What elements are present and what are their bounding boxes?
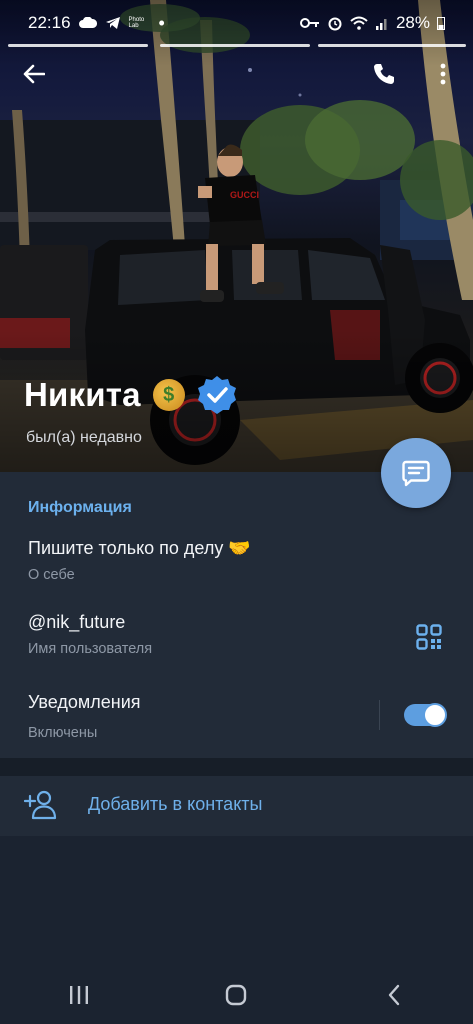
signal-icon (375, 19, 387, 30)
status-bar: 22:16 Photo Lab • 28% (0, 0, 473, 46)
notifications-title[interactable]: Уведомления (28, 692, 141, 713)
top-indicator-left (8, 44, 148, 47)
bio-label: О себе (28, 567, 75, 583)
info-section-title: Информация (28, 499, 132, 516)
call-button[interactable] (368, 58, 400, 90)
section-gap (0, 758, 473, 776)
status-time: 22:16 (28, 13, 71, 32)
notifications-toggle[interactable] (404, 703, 447, 727)
home-button[interactable] (216, 975, 256, 1015)
more-menu-button[interactable] (427, 58, 459, 90)
bio-text[interactable]: Пишите только по делу 🤝 (28, 538, 251, 559)
top-indicator-right (318, 44, 466, 47)
last-seen-status: был(а) недавно (26, 429, 142, 446)
add-to-contacts-label: Добавить в контакты (88, 794, 263, 814)
recent-apps-icon (69, 986, 88, 1004)
wifi-icon (350, 16, 368, 30)
cloud-icon (78, 17, 97, 28)
back-button[interactable] (18, 58, 50, 90)
top-indicator-center (160, 44, 310, 47)
alarm-icon (328, 17, 342, 31)
info-section: Информация Пишите только по делу 🤝 О себ… (0, 472, 473, 758)
battery-icon (437, 17, 445, 30)
notifications-divider (379, 700, 380, 730)
back-nav-button[interactable] (374, 975, 414, 1015)
profile-name: Никита (24, 376, 141, 413)
verified-icon[interactable] (197, 375, 237, 415)
money-bag-icon[interactable]: $ (152, 379, 185, 411)
chevron-left-icon (388, 984, 400, 1006)
notifications-state: Включены (28, 725, 98, 741)
more-vertical-icon (440, 63, 446, 85)
qr-code-icon (416, 624, 442, 650)
battery-percent: 28% (395, 13, 430, 32)
username-label: Имя пользователя (28, 641, 153, 657)
back-arrow-icon (23, 64, 45, 84)
home-icon (226, 984, 247, 1006)
toggle-knob (423, 703, 447, 727)
profile-name-row: Никита $ (24, 375, 237, 415)
username-text[interactable]: @nik_future (28, 612, 125, 633)
telegram-icon (105, 17, 120, 29)
send-message-button[interactable] (381, 438, 451, 508)
message-icon (402, 460, 430, 487)
photolab-badge: Photo Lab (128, 17, 145, 29)
add-to-contacts-button[interactable]: Добавить в контакты (0, 776, 473, 836)
key-icon (299, 18, 319, 28)
add-person-icon (24, 790, 57, 820)
dot-icon: • (158, 12, 165, 33)
qr-code-button[interactable] (412, 620, 446, 654)
system-nav-bar (0, 966, 473, 1024)
recent-apps-button[interactable] (59, 975, 99, 1015)
phone-icon (374, 64, 394, 84)
